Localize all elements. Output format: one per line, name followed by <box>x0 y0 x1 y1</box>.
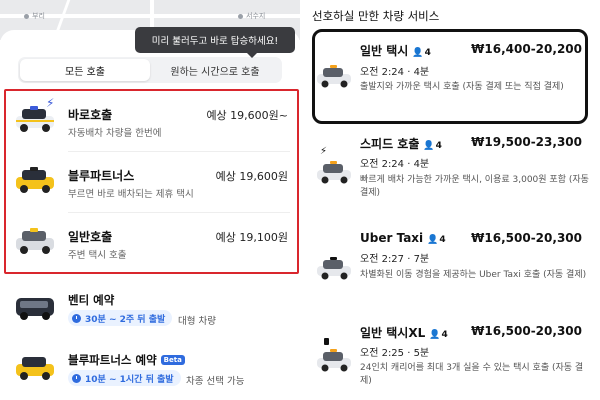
tab-scheduled-call[interactable]: 원하는 시간으로 호출 <box>150 59 280 81</box>
beta-badge: Beta <box>160 355 185 365</box>
reservation-sub: 차종 선택 가능 <box>186 376 245 387</box>
option-eta: 오전 2:24 · 4분 <box>360 159 430 170</box>
option-name: 스피드 호출 👤4 <box>360 135 442 152</box>
seat-count: 4 <box>439 235 446 245</box>
taxi-car-icon <box>317 349 351 372</box>
taxi-car-icon <box>317 161 351 184</box>
clock-icon <box>72 313 81 323</box>
preorder-tooltip: 미리 불러두고 바로 탑승하세요! <box>135 27 295 58</box>
section-title: 선호하실 만한 차량 서비스 <box>312 9 440 23</box>
option-desc: 출발지와 가까운 택시 호출 (자동 결제 또는 직접 결제) <box>360 82 564 92</box>
uber-panel: 선호하실 만한 차량 서비스 일반 택시 👤4 ₩16,400-20,200 오전… <box>300 0 600 400</box>
reservation-name: 블루파트너스 예약 Beta <box>68 352 185 368</box>
lightning-icon: ⚡ <box>320 146 328 157</box>
tab-all-calls[interactable]: 모든 호출 <box>20 59 150 81</box>
yellow-taxi-car-icon <box>16 357 54 380</box>
person-icon: 👤 <box>427 235 439 245</box>
van-car-icon <box>16 298 54 320</box>
option-eta: 오전 2:25 · 5분 <box>360 348 430 359</box>
person-icon: 👤 <box>423 141 435 151</box>
highlight-frame <box>4 89 299 274</box>
badge-text: 30분 ~ 2주 뒤 출발 <box>85 314 166 325</box>
option-uber-taxi[interactable]: Uber Taxi 👤4 ₩16,500-20,300 오전 2:27 · 7분 … <box>310 226 590 308</box>
option-name-text: 일반 택시XL <box>360 326 426 340</box>
option-name-text: 스피드 호출 <box>360 137 420 151</box>
taxi-car-icon <box>317 257 351 280</box>
option-name: 일반 택시 👤4 <box>360 42 431 59</box>
reservation-name-text: 블루파트너스 예약 <box>68 353 157 367</box>
reservation-blue-partners[interactable]: 블루파트너스 예약 Beta 10분 ~ 1시간 뒤 출발 차종 선택 가능 <box>10 342 294 398</box>
option-price: ₩16,500-20,300 <box>471 324 582 338</box>
option-name-text: 일반 택시 <box>360 44 409 58</box>
map-pin-icon <box>238 14 243 19</box>
call-mode-tabs: 모든 호출 원하는 시간으로 호출 <box>18 57 282 83</box>
seat-count: 4 <box>435 141 442 151</box>
option-name: Uber Taxi 👤4 <box>360 231 446 245</box>
seat-count: 4 <box>441 330 448 340</box>
luggage-icon <box>324 338 329 345</box>
person-icon: 👤 <box>429 330 441 340</box>
reservation-sub: 대형 차량 <box>178 316 216 327</box>
map-pin-icon <box>24 14 29 19</box>
option-speed-call[interactable]: ⚡ 스피드 호출 👤4 ₩19,500-23,300 오전 2:24 · 4분 빠… <box>310 130 590 212</box>
option-eta: 오전 2:24 · 4분 <box>360 67 430 78</box>
option-price: ₩16,500-20,300 <box>471 231 582 245</box>
badge-text: 10분 ~ 1시간 뒤 출발 <box>85 374 174 385</box>
option-standard-taxi[interactable]: 일반 택시 👤4 ₩16,400-20,200 오전 2:24 · 4분 출발지와… <box>310 38 590 120</box>
departure-window-badge: 30분 ~ 2주 뒤 출발 <box>68 310 173 326</box>
option-desc: 빠르게 배차 가능한 가까운 택시, 이용료 3,000원 포함 (자동 결제) <box>360 175 589 198</box>
option-price: ₩16,400-20,200 <box>471 42 582 56</box>
option-desc: 차별화된 이동 경험을 제공하는 Uber Taxi 호출 (자동 결제) <box>360 270 587 280</box>
departure-window-badge: 10분 ~ 1시간 뒤 출발 <box>68 370 181 386</box>
option-price: ₩19,500-23,300 <box>471 135 582 149</box>
seat-count: 4 <box>424 48 431 58</box>
reservation-name: 벤티 예약 <box>68 293 115 307</box>
map-place-label: 서수지 <box>246 12 266 20</box>
option-standard-taxi-xl[interactable]: 일반 택시XL 👤4 ₩16,500-20,300 오전 2:25 · 5분 24… <box>310 320 590 398</box>
taxi-car-icon <box>317 65 351 88</box>
option-eta: 오전 2:27 · 7분 <box>360 254 430 265</box>
option-name: 일반 택시XL 👤4 <box>360 324 448 341</box>
person-icon: 👤 <box>412 48 424 58</box>
reservation-venti[interactable]: 벤티 예약 30분 ~ 2주 뒤 출발 대형 차량 <box>10 282 294 338</box>
option-desc: 24인치 캐리어를 최대 3개 실을 수 있는 택시 호출 (자동 결제) <box>360 363 584 386</box>
option-name-text: Uber Taxi <box>360 231 424 245</box>
clock-icon <box>72 373 81 383</box>
kakao-taxi-panel: 부리 서수지 미리 불러두고 바로 탑승하세요! 모든 호출 원하는 시간으로 … <box>0 0 300 400</box>
map-place-label: 부리 <box>32 12 45 20</box>
